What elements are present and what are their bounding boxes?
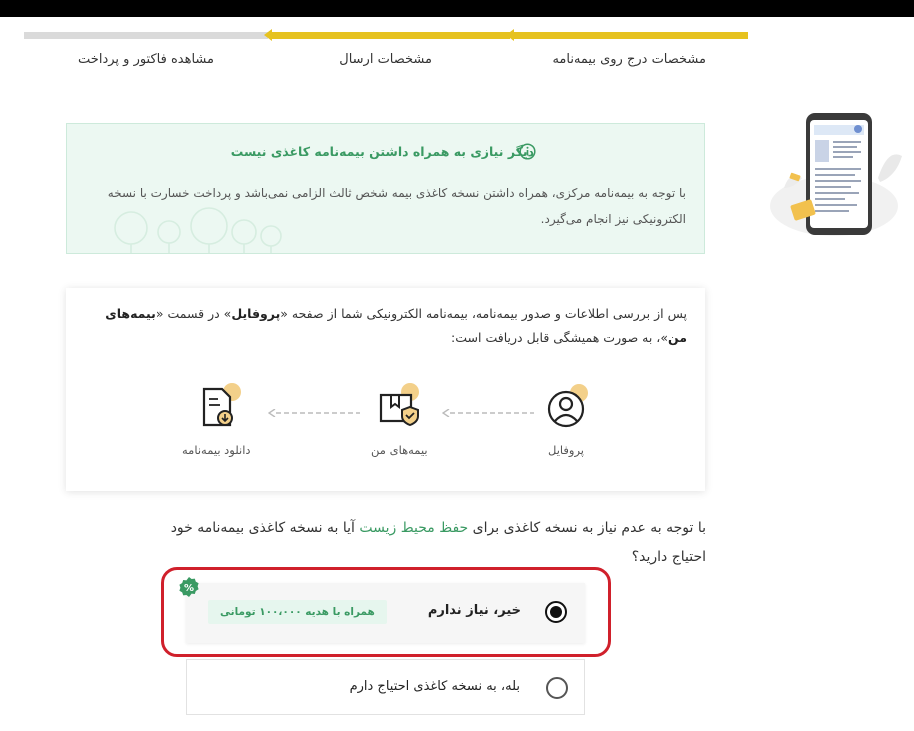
arrow-left-icon xyxy=(442,409,534,417)
flow-label-my-policies: بیمه‌های من xyxy=(371,443,428,457)
step-progress-policy-details xyxy=(512,32,748,39)
step-label-payment: مشاهده فاکتور و پرداخت xyxy=(78,52,214,67)
top-bar xyxy=(0,0,914,17)
radio-no-paper[interactable] xyxy=(545,601,567,623)
step-chevron xyxy=(506,29,514,41)
step-progress-shipping xyxy=(270,32,510,39)
profile-word: پروفایل xyxy=(231,306,281,321)
phone-policy-illustration-icon xyxy=(770,113,902,236)
step-label-policy-details[interactable]: مشخصات درج روی بیمه‌نامه xyxy=(552,52,706,67)
option-need-paper-label: بله، به نسخه کاغذی احتیاج دارم xyxy=(349,679,520,694)
text-segment: »، به صورت همیشگی قابل دریافت است: xyxy=(451,330,668,345)
option-need-paper[interactable]: بله، به نسخه کاغذی احتیاج دارم xyxy=(186,659,585,715)
question-text: با توجه به عدم نیاز به نسخه کاغذی برای xyxy=(468,520,706,536)
radio-need-paper[interactable] xyxy=(546,677,568,699)
environment-highlight: حفظ محیط زیست xyxy=(359,520,469,536)
text-segment: » در قسمت « xyxy=(155,306,232,321)
flow-label-download-policy: دانلود بیمه‌نامه xyxy=(182,443,251,457)
step-label-shipping[interactable]: مشخصات ارسال xyxy=(339,52,432,67)
info-title: دیگر نیازی به همراه داشتن بیمه‌نامه کاغذ… xyxy=(230,144,534,159)
gift-badge: همراه با هدیه ۱۰۰،۰۰۰ تومانی xyxy=(208,600,387,624)
step-progress-payment xyxy=(24,32,268,39)
text-segment: پس از بررسی اطلاعات و صدور بیمه‌نامه، بی… xyxy=(280,306,687,321)
paperless-info-box: دیگر نیازی به همراه داشتن بیمه‌نامه کاغذ… xyxy=(66,123,705,254)
paper-copy-question: با توجه به عدم نیاز به نسخه کاغذی برای ح… xyxy=(166,514,706,572)
user-profile-icon xyxy=(547,384,588,428)
profile-download-text: پس از بررسی اطلاعات و صدور بیمه‌نامه، بی… xyxy=(87,302,687,350)
flow-label-profile: پروفایل xyxy=(548,443,585,457)
document-download-icon xyxy=(202,383,241,427)
svg-text:%: % xyxy=(184,583,194,594)
option-no-paper[interactable]: خیر، نیاز ندارم همراه با هدیه ۱۰۰،۰۰۰ تو… xyxy=(186,583,585,643)
arrow-left-icon xyxy=(268,409,360,417)
step-chevron xyxy=(264,29,272,41)
option-no-paper-label: خیر، نیاز ندارم xyxy=(427,603,521,618)
profile-download-card: پس از بررسی اطلاعات و صدور بیمه‌نامه، بی… xyxy=(66,288,705,491)
info-body: با توجه به بیمه‌نامه مرکزی، همراه داشتن … xyxy=(107,186,686,226)
percent-badge-icon: % xyxy=(179,577,199,597)
insurance-box-shield-icon xyxy=(379,383,419,427)
